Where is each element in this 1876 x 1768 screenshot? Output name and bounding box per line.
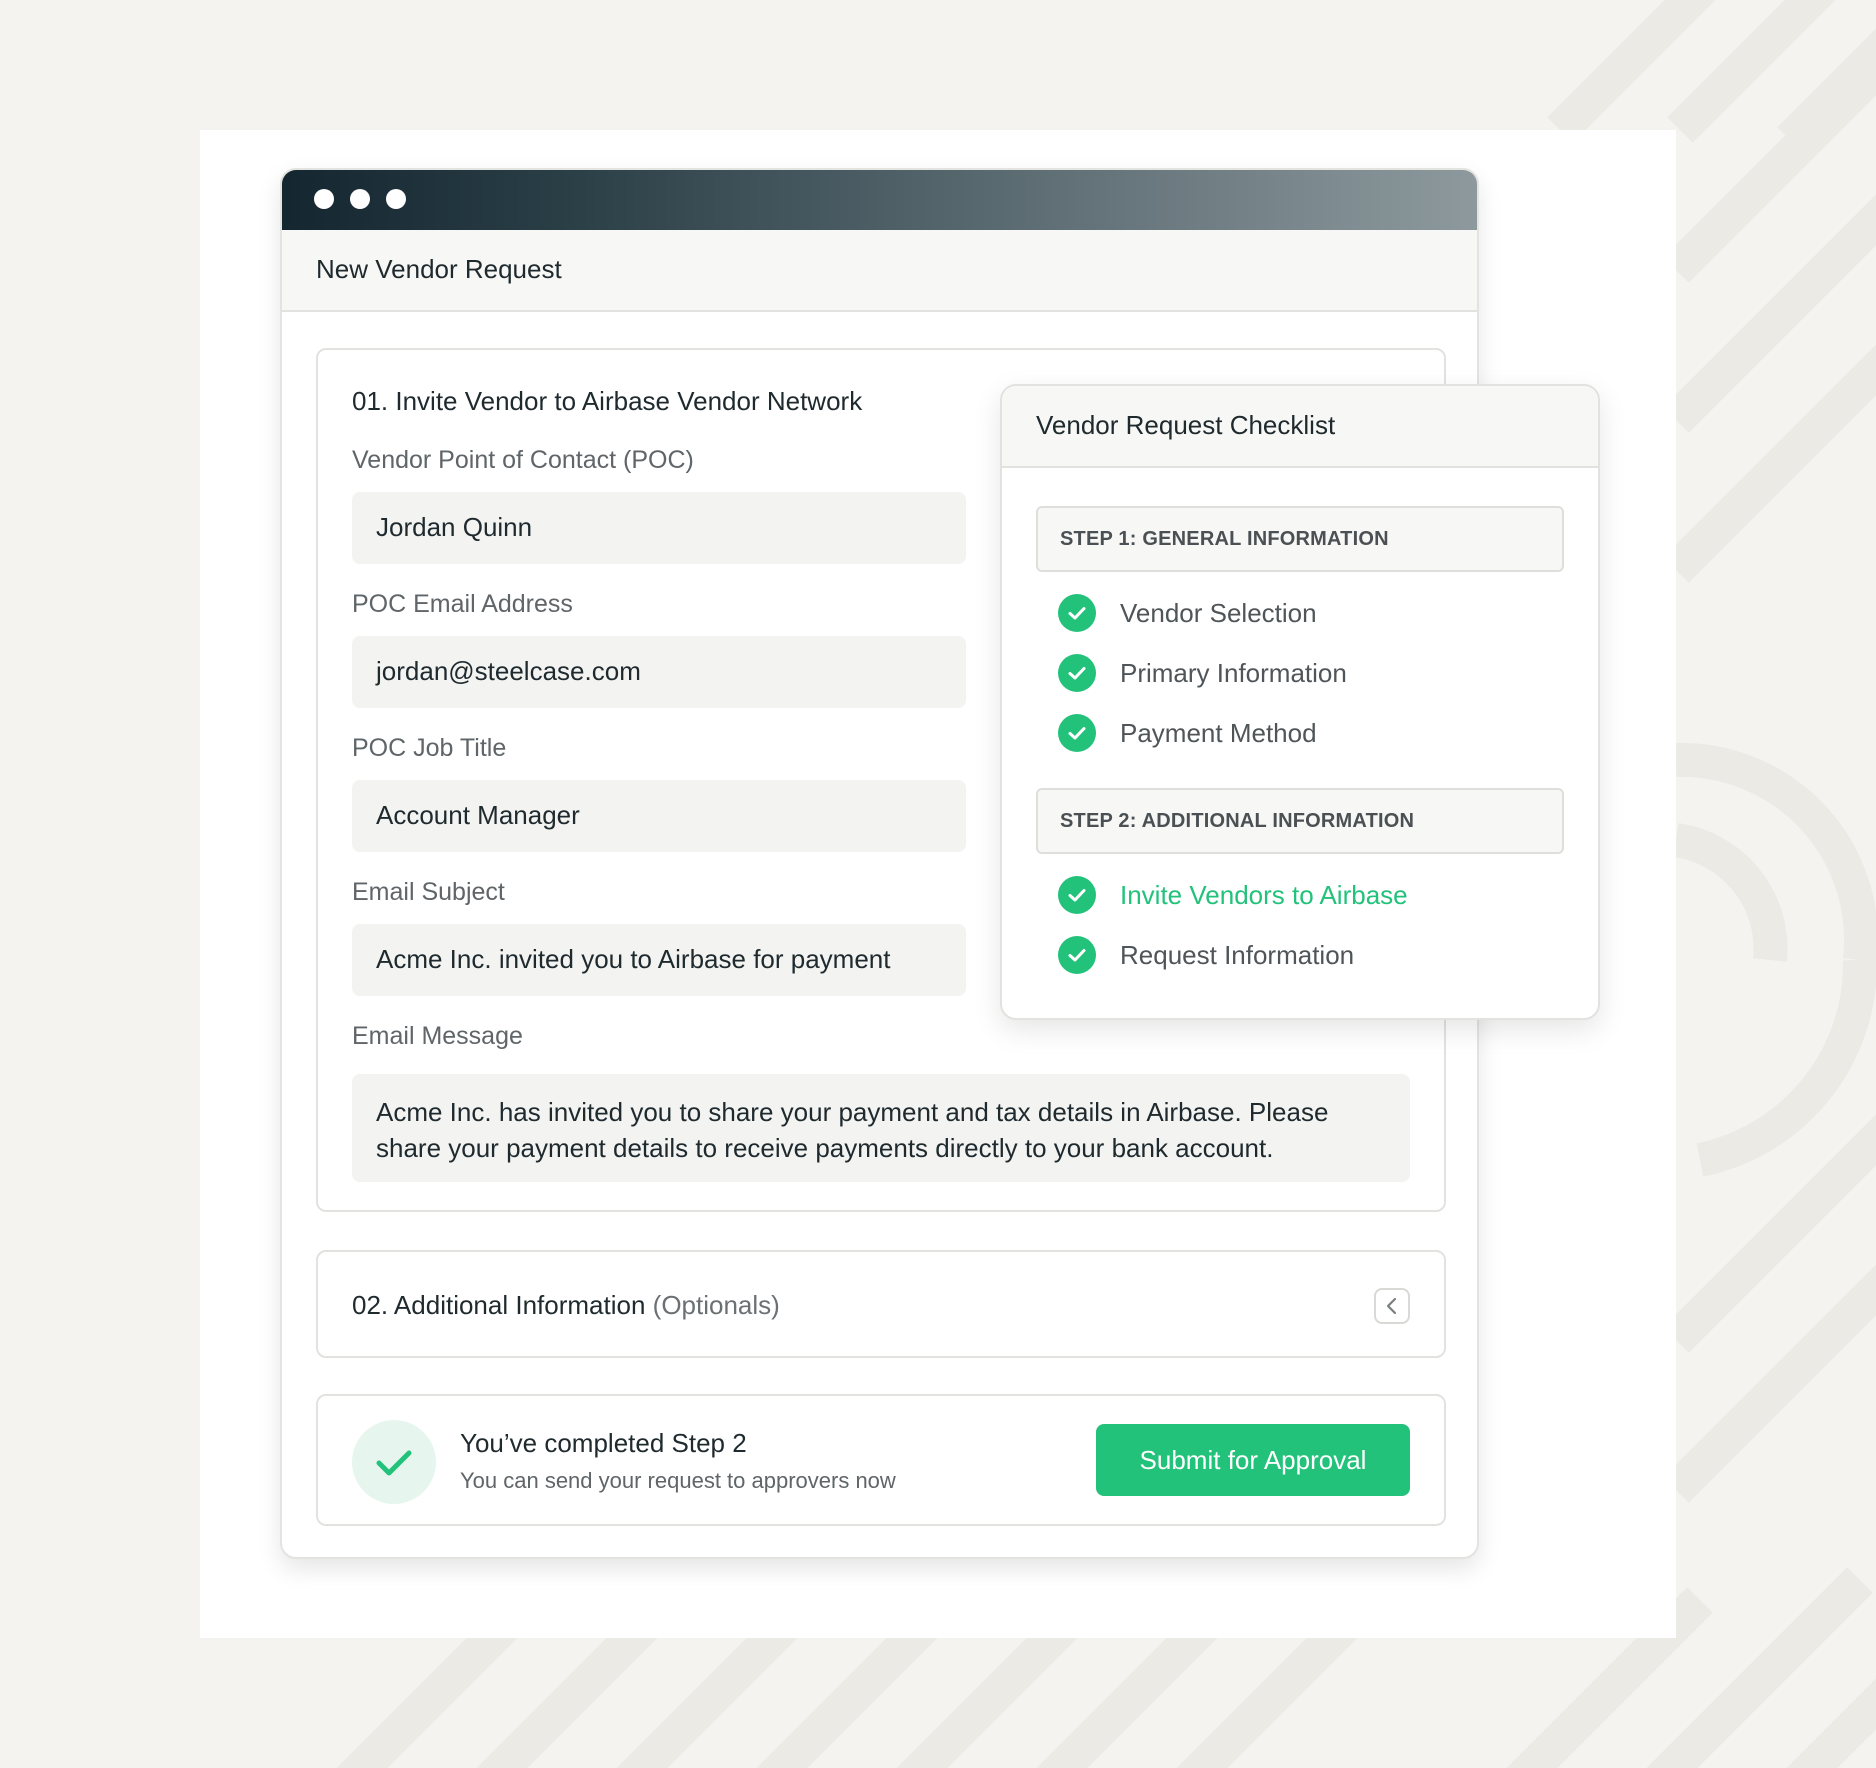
email-subject-field[interactable]: Acme Inc. invited you to Airbase for pay…	[352, 924, 966, 996]
window-dot-icon	[350, 189, 370, 209]
email-message-line: share your payment details to receive pa…	[376, 1133, 1274, 1163]
completion-title: You’ve completed Step 2	[460, 1428, 747, 1458]
page-title: New Vendor Request	[316, 254, 562, 284]
poc-email-field[interactable]: jordan@steelcase.com	[352, 636, 966, 708]
poc-email-label: POC Email Address	[352, 590, 573, 618]
completion-status-badge	[352, 1420, 436, 1504]
poc-job-title-field[interactable]: Account Manager	[352, 780, 966, 852]
vendor-request-checklist: Vendor Request Checklist STEP 1: GENERAL…	[1000, 384, 1600, 1020]
checklist-header: Vendor Request Checklist	[1002, 386, 1598, 468]
section-title: 02. Additional Information (Optionals)	[352, 1290, 780, 1321]
step1-header: STEP 1: GENERAL INFORMATION	[1036, 506, 1564, 572]
checklist-item-label: Request Information	[1120, 940, 1355, 970]
expand-section-button[interactable]	[1374, 1288, 1410, 1324]
email-message-line: Acme Inc. has invited you to share your …	[376, 1097, 1329, 1127]
poc-name-field[interactable]: Jordan Quinn	[352, 492, 966, 564]
check-circle-icon	[1058, 714, 1096, 752]
checklist-item-label: Primary Information	[1120, 658, 1347, 688]
check-circle-icon	[1058, 594, 1096, 632]
section-title-text: 02. Additional Information	[352, 1290, 646, 1320]
chevron-left-icon	[1386, 1297, 1397, 1315]
checklist-item-label: Payment Method	[1120, 718, 1317, 748]
window-titlebar	[282, 170, 1477, 230]
check-icon	[376, 1450, 412, 1476]
poc-name-label: Vendor Point of Contact (POC)	[352, 446, 694, 474]
window-dot-icon	[386, 189, 406, 209]
check-circle-icon	[1058, 654, 1096, 692]
check-circle-icon	[1058, 936, 1096, 974]
checklist-title: Vendor Request Checklist	[1036, 410, 1336, 440]
window-header: New Vendor Request	[282, 230, 1477, 312]
poc-job-title-label: POC Job Title	[352, 734, 507, 762]
check-circle-icon	[1058, 876, 1096, 914]
completion-subtitle: You can send your request to approvers n…	[460, 1468, 896, 1493]
additional-info-section[interactable]: 02. Additional Information (Optionals)	[316, 1250, 1446, 1358]
window-dot-icon	[314, 189, 334, 209]
checklist-item-label-active: Invite Vendors to Airbase	[1120, 880, 1408, 910]
email-message-field[interactable]: Acme Inc. has invited you to share your …	[352, 1074, 1410, 1182]
email-subject-label: Email Subject	[352, 878, 505, 906]
section-title: 01. Invite Vendor to Airbase Vendor Netw…	[352, 386, 863, 416]
optional-label: (Optionals)	[652, 1290, 780, 1320]
submit-for-approval-button[interactable]: Submit for Approval	[1096, 1424, 1410, 1496]
step2-header: STEP 2: ADDITIONAL INFORMATION	[1036, 788, 1564, 854]
email-message-label: Email Message	[352, 1022, 523, 1050]
completion-banner: You’ve completed Step 2 You can send you…	[316, 1394, 1446, 1526]
checklist-item-label: Vendor Selection	[1120, 598, 1317, 628]
